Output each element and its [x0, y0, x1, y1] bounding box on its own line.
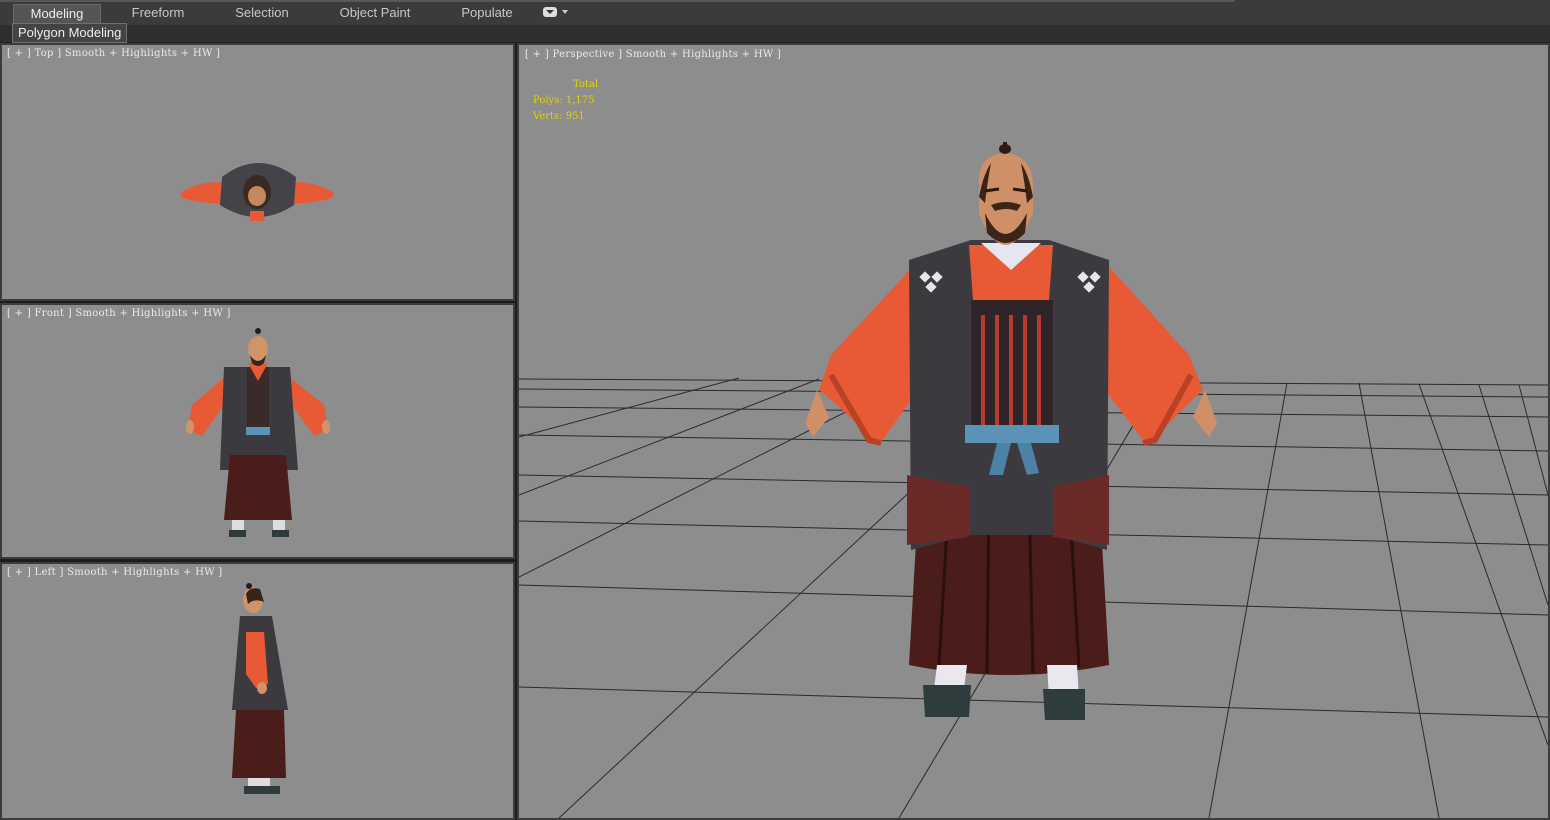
perspective-scene — [519, 142, 1548, 818]
tab-modeling[interactable]: Modeling — [13, 4, 101, 23]
viewport-top[interactable]: [ + ] Top ] Smooth + Highlights + HW ] — [0, 43, 515, 301]
ribbon-options-icon — [543, 7, 557, 17]
model-top-view — [180, 163, 334, 221]
tab-freeform[interactable]: Freeform — [118, 4, 198, 22]
tab-object-paint[interactable]: Object Paint — [333, 4, 417, 22]
ribbon-bar: Modeling Freeform Selection Object Paint… — [0, 0, 1550, 26]
samurai-model — [805, 142, 1217, 720]
chevron-down-icon — [562, 10, 568, 14]
ribbon-top-line — [0, 0, 1235, 2]
ribbon-options-dropdown[interactable] — [543, 7, 571, 19]
model-left-view — [232, 583, 288, 794]
viewport-front[interactable]: [ + ] Front ] Smooth + Highlights + HW ] — [0, 303, 515, 559]
sub-ribbon-bar — [0, 25, 1550, 42]
polygon-modeling-panel-button[interactable]: Polygon Modeling — [12, 23, 128, 43]
viewport-left[interactable]: [ + ] Left ] Smooth + Highlights + HW ] — [0, 562, 515, 820]
tab-selection[interactable]: Selection — [222, 4, 302, 22]
tab-populate[interactable]: Populate — [450, 4, 524, 22]
viewport-perspective[interactable]: [ + ] Perspective ] Smooth + Highlights … — [517, 43, 1550, 820]
model-front-view — [186, 328, 330, 537]
